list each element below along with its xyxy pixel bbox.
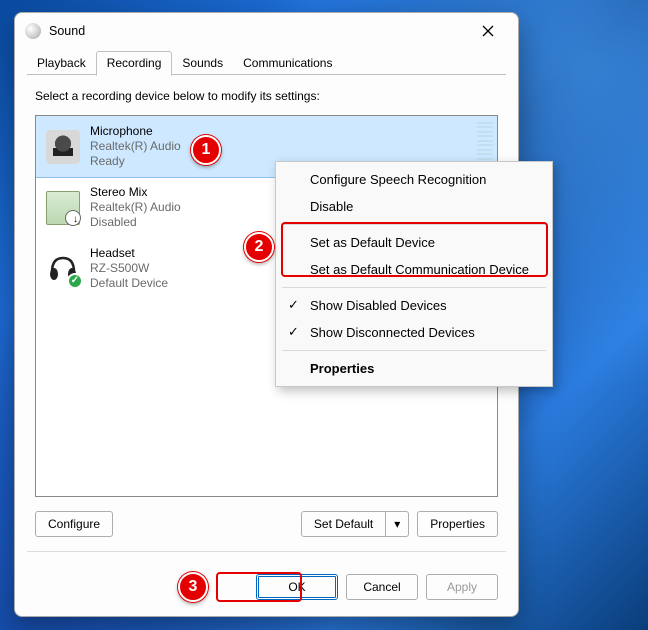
check-icon: ✓ (288, 297, 299, 313)
menu-separator (282, 224, 546, 225)
menu-set-default-comm-device[interactable]: Set as Default Communication Device (276, 256, 552, 283)
window-title: Sound (49, 24, 85, 38)
device-driver: Realtek(R) Audio (90, 200, 181, 215)
device-status: Default Device (90, 276, 168, 291)
device-name: Microphone (90, 124, 181, 139)
ok-button[interactable]: OK (256, 574, 338, 600)
device-name: Headset (90, 246, 168, 261)
device-driver: RZ-S500W (90, 261, 168, 276)
menu-show-disabled[interactable]: ✓Show Disabled Devices (276, 292, 552, 319)
configure-button[interactable]: Configure (35, 511, 113, 537)
device-driver: Realtek(R) Audio (90, 139, 181, 154)
set-default-button[interactable]: Set Default (302, 512, 386, 536)
tab-sounds[interactable]: Sounds (172, 52, 233, 75)
default-check-badge: ✓ (67, 273, 83, 289)
lower-button-row: Configure Set Default ▾ Properties (35, 511, 498, 537)
callout-2: 2 (244, 232, 274, 262)
device-status: Ready (90, 154, 181, 169)
menu-properties[interactable]: Properties (276, 355, 552, 382)
device-name: Stereo Mix (90, 185, 181, 200)
menu-separator (282, 287, 546, 288)
context-menu: Configure Speech Recognition Disable Set… (275, 161, 553, 387)
callout-1: 1 (191, 135, 221, 165)
callout-3: 3 (178, 572, 208, 602)
tab-strip: Playback Recording Sounds Communications (15, 49, 518, 75)
set-default-dropdown[interactable]: ▾ (386, 512, 408, 536)
headset-icon: ✓ (46, 252, 80, 286)
menu-configure-speech[interactable]: Configure Speech Recognition (276, 166, 552, 193)
sound-card-icon (46, 191, 80, 225)
apply-button[interactable]: Apply (426, 574, 498, 600)
menu-separator (282, 350, 546, 351)
close-button[interactable] (466, 16, 510, 46)
close-icon (482, 25, 494, 37)
microphone-icon (46, 130, 80, 164)
titlebar: Sound (15, 13, 518, 49)
menu-disable[interactable]: Disable (276, 193, 552, 220)
tab-communications[interactable]: Communications (233, 52, 342, 75)
tab-recording[interactable]: Recording (96, 51, 173, 76)
menu-set-default-device[interactable]: Set as Default Device (276, 229, 552, 256)
level-meter (477, 122, 493, 164)
dialog-buttons: OK Cancel Apply (15, 562, 518, 616)
sound-icon (25, 23, 41, 39)
tab-playback[interactable]: Playback (27, 52, 96, 75)
cancel-button[interactable]: Cancel (346, 574, 418, 600)
instruction-text: Select a recording device below to modif… (35, 89, 498, 103)
chevron-down-icon: ▾ (394, 517, 400, 531)
properties-button[interactable]: Properties (417, 511, 498, 537)
menu-show-disconnected[interactable]: ✓Show Disconnected Devices (276, 319, 552, 346)
separator (27, 551, 506, 552)
device-status: Disabled (90, 215, 181, 230)
set-default-split-button[interactable]: Set Default ▾ (301, 511, 409, 537)
check-icon: ✓ (288, 324, 299, 340)
